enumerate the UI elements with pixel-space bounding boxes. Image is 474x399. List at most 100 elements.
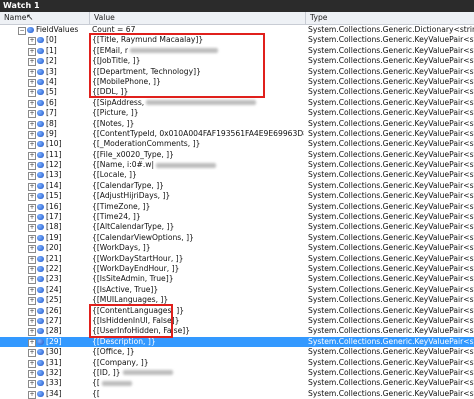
- row-value-cell[interactable]: {[Department, Technology]}: [92, 67, 304, 77]
- row-value-cell[interactable]: {[UserInfoHidden, False]}: [92, 326, 304, 336]
- expand-icon[interactable]: +: [28, 58, 36, 67]
- row-value-cell[interactable]: {[Description, ]}: [92, 337, 304, 347]
- watch-row[interactable]: + [5] {[DDL, ]} System.Collections.Generic.…: [0, 87, 474, 98]
- expand-icon[interactable]: +: [28, 182, 36, 191]
- row-value-cell[interactable]: {[IsActive, True]}: [92, 285, 304, 295]
- expand-icon[interactable]: +: [28, 47, 36, 56]
- expand-icon[interactable]: +: [28, 172, 36, 181]
- row-value-cell[interactable]: {[_ModerationComments, ]}: [92, 139, 304, 149]
- row-value-cell[interactable]: {[DDL, ]}: [92, 87, 304, 97]
- expand-icon[interactable]: +: [28, 110, 36, 119]
- watch-row[interactable]: + [13] {[Locale, ]} System.Collections.Gene…: [0, 170, 474, 181]
- row-value-cell[interactable]: {[Notes, ]}: [92, 119, 304, 129]
- row-value-cell[interactable]: {[TimeZone, ]}: [92, 202, 304, 212]
- watch-row[interactable]: + [21] {[WorkDayStartHour, ]} System.Collec…: [0, 254, 474, 264]
- name-column-header[interactable]: Name: [0, 12, 90, 24]
- watch-row[interactable]: + [26] {[ContentLanguages, ]} System.Collec…: [0, 306, 474, 316]
- row-value-cell[interactable]: {[JobTitle, ]}: [92, 56, 304, 66]
- expand-icon[interactable]: +: [28, 349, 36, 358]
- row-value-cell[interactable]: {[IsSiteAdmin, True]}: [92, 274, 304, 284]
- watch-row[interactable]: + [29] {[Description, ]} System.Collections…: [0, 336, 474, 348]
- watch-row[interactable]: + [10] {[_ModerationComments, ]} System.Col…: [0, 139, 474, 150]
- expand-icon[interactable]: +: [28, 37, 36, 46]
- expand-icon[interactable]: +: [28, 151, 36, 160]
- expand-icon[interactable]: +: [28, 78, 36, 87]
- row-value-cell[interactable]: {[: [92, 389, 304, 399]
- row-value-cell[interactable]: {[EMail, r: [92, 46, 304, 56]
- row-value-cell[interactable]: {[ContentTypeId, 0x010A004FAF193561FA4E9…: [92, 129, 304, 139]
- type-column-header[interactable]: Type: [306, 12, 474, 24]
- expand-icon[interactable]: +: [28, 214, 36, 223]
- watch-row[interactable]: + [25] {[MUILanguages, ]} System.Collection…: [0, 295, 474, 306]
- watch-row[interactable]: + [23] {[IsSiteAdmin, True]} System.Collect…: [0, 274, 474, 285]
- watch-row[interactable]: + [2] {[JobTitle, ]} System.Collections.Gen…: [0, 56, 474, 67]
- expand-icon[interactable]: +: [28, 203, 36, 212]
- watch-row[interactable]: + [1] {[EMail, r System.Collections.Generic…: [0, 46, 474, 56]
- expand-icon[interactable]: +: [28, 99, 36, 108]
- row-value-cell[interactable]: {[Picture, ]}: [92, 108, 304, 118]
- row-value-cell[interactable]: {[ContentLanguages, ]}: [92, 306, 304, 316]
- watch-row[interactable]: + [12] {[Name, i:0#.w| System.Collections.G…: [0, 160, 474, 171]
- row-value-cell[interactable]: {[Office, ]}: [92, 347, 304, 357]
- watch-row[interactable]: + [7] {[Picture, ]} System.Collections.Gene…: [0, 108, 474, 119]
- row-value-cell[interactable]: {[Time24, ]}: [92, 212, 304, 222]
- row-value-cell[interactable]: {[ID, ]}: [92, 368, 304, 378]
- row-value-cell[interactable]: {[CalendarViewOptions, ]}: [92, 233, 304, 243]
- expand-icon[interactable]: +: [28, 369, 36, 378]
- expand-icon[interactable]: +: [28, 162, 36, 171]
- watch-row[interactable]: + [27] {[IsHiddenInUI, False]} System.Colle…: [0, 316, 474, 326]
- expand-icon[interactable]: +: [28, 141, 36, 150]
- watch-row[interactable]: + [30] {[Office, ]} System.Collections.Gene…: [0, 347, 474, 358]
- collapse-icon[interactable]: −: [18, 27, 26, 35]
- expand-icon[interactable]: +: [28, 359, 36, 368]
- row-value-cell[interactable]: {[WorkDays, ]}: [92, 243, 304, 253]
- row-value-cell[interactable]: {[AltCalendarType, ]}: [92, 222, 304, 232]
- expand-icon[interactable]: +: [28, 380, 36, 389]
- watch-row[interactable]: + [28] {[UserInfoHidden, False]} System.Col…: [0, 326, 474, 337]
- value-column-header[interactable]: Value: [90, 12, 306, 24]
- row-value-cell[interactable]: {[SipAddress,: [92, 98, 304, 108]
- row-value-cell[interactable]: {[Locale, ]}: [92, 170, 304, 180]
- watch-row[interactable]: + [18] {[AltCalendarType, ]} System.Collect…: [0, 222, 474, 233]
- watch-row[interactable]: + [17] {[Time24, ]} System.Collections.Gene…: [0, 212, 474, 223]
- watch-row[interactable]: + [11] {[File_x0020_Type, ]} System.Collect…: [0, 150, 474, 160]
- watch-row[interactable]: + [33] {[System.Collections.Generic.KeyVal…: [0, 378, 474, 389]
- expand-icon[interactable]: +: [28, 68, 36, 77]
- watch-row[interactable]: + [20] {[WorkDays, ]} System.Collections.Ge…: [0, 243, 474, 254]
- expand-icon[interactable]: +: [28, 390, 36, 399]
- expand-icon[interactable]: +: [28, 338, 36, 347]
- row-value-cell[interactable]: {[: [92, 378, 304, 388]
- watch-row[interactable]: + [15] {[AdjustHijriDays, ]} System.Collect…: [0, 191, 474, 202]
- row-value-cell[interactable]: {[Name, i:0#.w|: [92, 160, 304, 170]
- watch-row[interactable]: + [14] {[CalendarType, ]} System.Collection…: [0, 181, 474, 191]
- expand-icon[interactable]: +: [28, 317, 36, 326]
- expand-icon[interactable]: +: [28, 265, 36, 274]
- row-value-cell[interactable]: {[MobilePhone, ]}: [92, 77, 304, 87]
- tree-root-row[interactable]: − FieldValues Count = 67 System.Collections…: [0, 25, 474, 35]
- watch-row[interactable]: + [32] {[ID, ]} System.Collections.Generic.…: [0, 368, 474, 378]
- watch-row[interactable]: + [24] {[IsActive, True]} System.Collection…: [0, 285, 474, 295]
- row-value-cell[interactable]: {[AdjustHijriDays, ]}: [92, 191, 304, 201]
- row-value-cell[interactable]: {[WorkDayStartHour, ]}: [92, 254, 304, 264]
- expand-icon[interactable]: +: [28, 307, 36, 316]
- expand-icon[interactable]: +: [28, 89, 36, 98]
- watch-row[interactable]: + [3] {[Department, Technology]} System.Col…: [0, 67, 474, 77]
- watch-row[interactable]: + [16] {[TimeZone, ]} System.Collections.Ge…: [0, 202, 474, 212]
- row-value-cell[interactable]: {[Title, Raymund Macaalay]}: [92, 35, 304, 45]
- expand-icon[interactable]: +: [28, 297, 36, 306]
- expand-icon[interactable]: +: [28, 328, 36, 337]
- row-value-cell[interactable]: {[IsHiddenInUI, False]}: [92, 316, 304, 326]
- row-value-cell[interactable]: {[WorkDayEndHour, ]}: [92, 264, 304, 274]
- expand-icon[interactable]: +: [28, 255, 36, 264]
- watch-row[interactable]: + [8] {[Notes, ]} System.Collections.Generi…: [0, 119, 474, 129]
- watch-row[interactable]: + [9] {[ContentTypeId, 0x010A004FAF193561F…: [0, 129, 474, 139]
- expand-icon[interactable]: +: [28, 234, 36, 243]
- watch-row[interactable]: + [22] {[WorkDayEndHour, ]} System.Collecti…: [0, 264, 474, 274]
- expand-icon[interactable]: +: [28, 193, 36, 202]
- watch-row[interactable]: + [0] {[Title, Raymund Macaalay]} System.Co…: [0, 35, 474, 46]
- row-value-cell[interactable]: {[MUILanguages, ]}: [92, 295, 304, 305]
- expand-icon[interactable]: +: [28, 120, 36, 129]
- row-value-cell[interactable]: {[CalendarType, ]}: [92, 181, 304, 191]
- watch-row[interactable]: + [4] {[MobilePhone, ]} System.Collections.…: [0, 77, 474, 87]
- row-value-cell[interactable]: Count = 67: [92, 25, 304, 35]
